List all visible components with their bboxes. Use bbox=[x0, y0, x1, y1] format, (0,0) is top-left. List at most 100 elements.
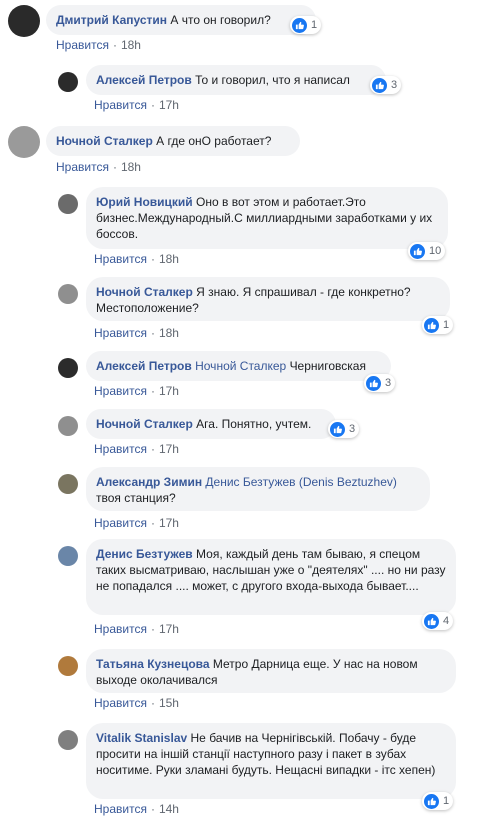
like-button[interactable]: Нравится bbox=[94, 622, 147, 636]
reaction-count[interactable]: 3 bbox=[328, 420, 360, 438]
comment-author[interactable]: Александр Зимин bbox=[96, 475, 202, 489]
comment-bubble: Алексей Петров Ночной Сталкер Черниговск… bbox=[86, 351, 391, 381]
like-button[interactable]: Нравится bbox=[56, 38, 109, 52]
comment-meta: Нравится · 17h bbox=[94, 622, 179, 636]
timestamp[interactable]: 18h bbox=[121, 38, 141, 52]
comment-author[interactable]: Ночной Сталкер bbox=[96, 417, 193, 431]
avatar[interactable] bbox=[8, 126, 40, 158]
like-button[interactable]: Нравится bbox=[94, 384, 147, 398]
timestamp[interactable]: 18h bbox=[159, 326, 179, 340]
timestamp[interactable]: 15h bbox=[159, 696, 179, 710]
comment-bubble: Денис Безтужев Моя, каждый день там быва… bbox=[86, 539, 456, 615]
comment-meta: Нравится · 17h bbox=[94, 384, 179, 398]
timestamp[interactable]: 18h bbox=[121, 160, 141, 174]
comment-meta: Нравится · 17h bbox=[94, 98, 179, 112]
timestamp[interactable]: 17h bbox=[159, 516, 179, 530]
like-button[interactable]: Нравится bbox=[94, 516, 147, 530]
comment-bubble: Ночной Сталкер А где онО работает? bbox=[46, 126, 300, 156]
like-button[interactable]: Нравится bbox=[94, 326, 147, 340]
separator: · bbox=[150, 326, 155, 340]
comment-meta: Нравится · 18h bbox=[94, 326, 179, 340]
like-icon bbox=[372, 77, 387, 93]
avatar[interactable] bbox=[8, 5, 40, 37]
avatar[interactable] bbox=[58, 358, 78, 378]
reaction-count[interactable]: 1 bbox=[422, 316, 454, 334]
like-button[interactable]: Нравится bbox=[94, 442, 147, 456]
comment-text: Ага. Понятно, учтем. bbox=[196, 417, 312, 431]
separator: · bbox=[112, 160, 117, 174]
comment-text: Черниговская bbox=[289, 359, 366, 373]
reaction-number: 4 bbox=[443, 615, 450, 627]
like-icon bbox=[424, 793, 439, 809]
comment-author[interactable]: Юрий Новицкий bbox=[96, 195, 193, 209]
like-icon bbox=[424, 613, 439, 629]
reaction-number: 3 bbox=[391, 79, 398, 91]
like-button[interactable]: Нравится bbox=[94, 802, 147, 816]
reaction-number: 10 bbox=[429, 245, 442, 257]
comment-author[interactable]: Алексей Петров bbox=[96, 359, 192, 373]
timestamp[interactable]: 17h bbox=[159, 98, 179, 112]
avatar[interactable] bbox=[58, 730, 78, 750]
separator: · bbox=[150, 622, 155, 636]
timestamp[interactable]: 17h bbox=[159, 622, 179, 636]
comment-text: твоя станция? bbox=[96, 491, 176, 505]
reaction-count[interactable]: 3 bbox=[364, 374, 396, 392]
avatar[interactable] bbox=[58, 546, 78, 566]
comment-bubble: Татьяна Кузнецова Метро Дарница еще. У н… bbox=[86, 649, 456, 693]
timestamp[interactable]: 17h bbox=[159, 442, 179, 456]
like-icon bbox=[330, 421, 345, 437]
avatar[interactable] bbox=[58, 72, 78, 92]
mention-link[interactable]: Ночной Сталкер bbox=[195, 359, 286, 373]
separator: · bbox=[150, 252, 155, 266]
comment-meta: Нравится · 17h bbox=[94, 442, 179, 456]
reaction-count[interactable]: 1 bbox=[290, 16, 322, 34]
comment-text: То и говорил, что я написал bbox=[195, 73, 350, 87]
comment-bubble: Александр Зимин Денис Безтужев (Denis Be… bbox=[86, 467, 430, 511]
comment-bubble: Vitalik Stanislav Не бачив на Чернігівсь… bbox=[86, 723, 456, 799]
timestamp[interactable]: 14h bbox=[159, 802, 179, 816]
comment-author[interactable]: Дмитрий Капустин bbox=[56, 13, 167, 27]
reaction-count[interactable]: 10 bbox=[408, 242, 446, 260]
comment-author[interactable]: Vitalik Stanislav bbox=[96, 731, 187, 745]
separator: · bbox=[150, 384, 155, 398]
timestamp[interactable]: 18h bbox=[159, 252, 179, 266]
separator: · bbox=[150, 442, 155, 456]
reaction-number: 1 bbox=[443, 319, 450, 331]
separator: · bbox=[150, 516, 155, 530]
comment-text: А что он говорил? bbox=[170, 13, 271, 27]
mention-link[interactable]: Денис Безтужев (Denis Beztuzhev) bbox=[205, 475, 396, 489]
like-button[interactable]: Нравится bbox=[94, 98, 147, 112]
like-button[interactable]: Нравится bbox=[94, 252, 147, 266]
comment-author[interactable]: Денис Безтужев bbox=[96, 547, 193, 561]
separator: · bbox=[150, 696, 155, 710]
reaction-count[interactable]: 3 bbox=[370, 76, 402, 94]
avatar[interactable] bbox=[58, 474, 78, 494]
reaction-number: 1 bbox=[311, 19, 318, 31]
avatar[interactable] bbox=[58, 194, 78, 214]
comment-author[interactable]: Алексей Петров bbox=[96, 73, 192, 87]
comment-meta: Нравится · 14h bbox=[94, 802, 179, 816]
timestamp[interactable]: 17h bbox=[159, 384, 179, 398]
like-icon bbox=[424, 317, 439, 333]
reaction-count[interactable]: 4 bbox=[422, 612, 454, 630]
comment-bubble: Дмитрий Капустин А что он говорил? bbox=[46, 5, 316, 35]
like-button[interactable]: Нравится bbox=[56, 160, 109, 174]
like-button[interactable]: Нравится bbox=[94, 696, 147, 710]
comment-bubble: Юрий Новицкий Оно в вот этом и работает.… bbox=[86, 187, 448, 249]
comment-meta: Нравится · 18h bbox=[56, 160, 141, 174]
reaction-count[interactable]: 1 bbox=[422, 792, 454, 810]
avatar[interactable] bbox=[58, 416, 78, 436]
comment-bubble: Ночной Сталкер Я знаю. Я спрашивал - где… bbox=[86, 277, 450, 321]
comment-author[interactable]: Татьяна Кузнецова bbox=[96, 657, 210, 671]
reaction-number: 3 bbox=[349, 423, 356, 435]
avatar[interactable] bbox=[58, 284, 78, 304]
comment-meta: Нравится · 17h bbox=[94, 516, 179, 530]
comment-meta: Нравится · 18h bbox=[94, 252, 179, 266]
comment-text: А где онО работает? bbox=[156, 134, 272, 148]
comment-author[interactable]: Ночной Сталкер bbox=[56, 134, 153, 148]
comment-author[interactable]: Ночной Сталкер bbox=[96, 285, 193, 299]
reaction-number: 1 bbox=[443, 795, 450, 807]
like-icon bbox=[292, 17, 307, 33]
like-icon bbox=[366, 375, 381, 391]
avatar[interactable] bbox=[58, 656, 78, 676]
